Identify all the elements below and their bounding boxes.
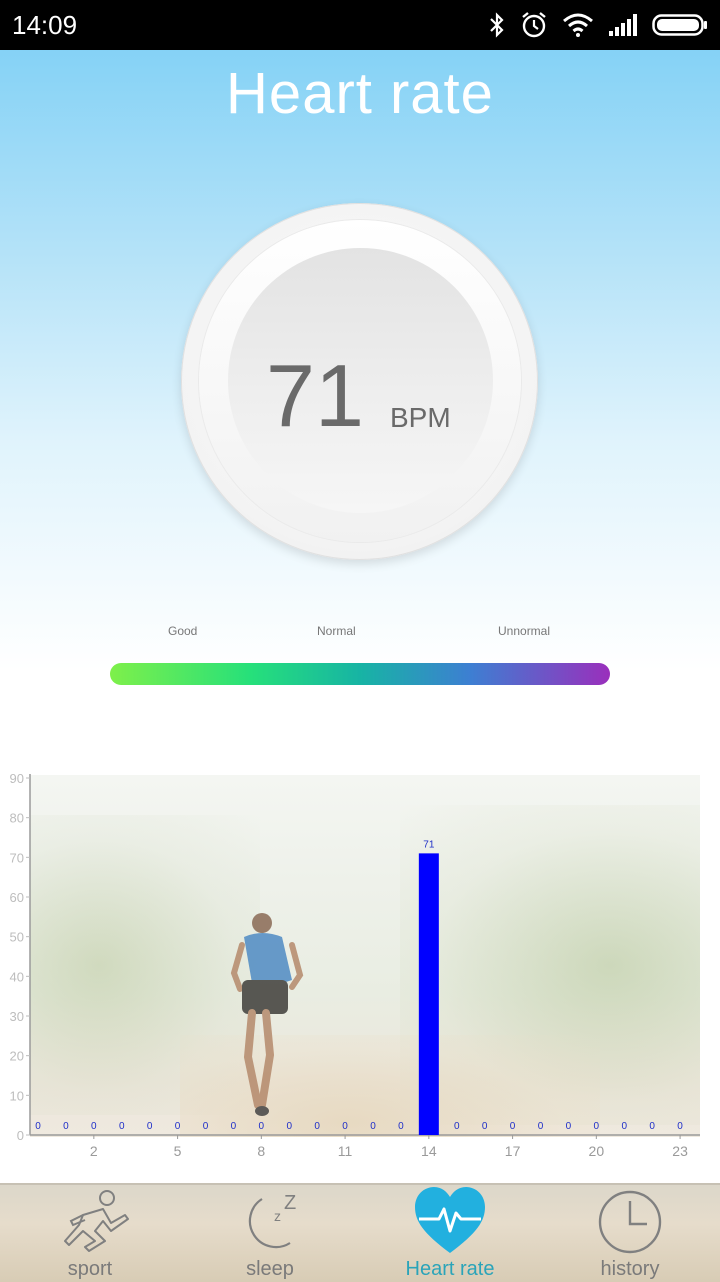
bar xyxy=(418,853,439,1135)
bar-value-label: 0 xyxy=(621,1121,627,1132)
bottom-nav: sport z Z sleep Heart rate history xyxy=(0,1183,720,1282)
x-tick-label: 14 xyxy=(421,1143,437,1159)
scale-label-unnormal: Unnormal xyxy=(498,624,551,638)
bar-value-label: 0 xyxy=(203,1121,209,1132)
bar-value-label: 0 xyxy=(482,1121,488,1132)
y-tick-label: 70 xyxy=(10,850,24,865)
bar-value-label: 0 xyxy=(398,1121,404,1132)
nav-item-sport[interactable]: sport xyxy=(0,1185,180,1282)
bar-value-label: 0 xyxy=(147,1121,153,1132)
nav-label-heart-rate: Heart rate xyxy=(405,1258,495,1280)
x-tick-label: 23 xyxy=(672,1143,688,1159)
alarm-icon xyxy=(520,11,548,39)
nav-item-sleep[interactable]: z Z sleep xyxy=(180,1185,360,1282)
y-tick-label: 80 xyxy=(10,811,24,826)
bluetooth-icon xyxy=(488,12,506,38)
x-tick-label: 17 xyxy=(505,1143,521,1159)
wifi-icon xyxy=(562,12,594,38)
x-tick-label: 11 xyxy=(338,1143,353,1159)
heart-rate-bar-chart: 01020304050607080902 5 8 11 14 17 20 230 0 0 0 0 0 0 0… xyxy=(10,771,700,1159)
bar-value-label: 0 xyxy=(370,1121,376,1132)
bar-value-label: 0 xyxy=(175,1121,181,1132)
y-tick-label: 40 xyxy=(10,969,24,984)
status-icons xyxy=(488,10,708,40)
bar-value-label: 0 xyxy=(231,1121,237,1132)
scale-label-good: Good xyxy=(168,624,198,638)
y-tick-label: 30 xyxy=(10,1009,24,1024)
bar-value-label: 0 xyxy=(259,1121,265,1132)
heart-rate-scale-bar xyxy=(110,663,610,685)
bar-value-label: 0 xyxy=(342,1121,348,1132)
bar-value-label: 0 xyxy=(510,1121,516,1132)
bpm-unit: BPM xyxy=(390,402,451,433)
nav-label-history: history xyxy=(600,1258,660,1280)
bar-value-label: 0 xyxy=(314,1121,320,1132)
runner-icon xyxy=(45,1187,135,1262)
y-tick-label: 60 xyxy=(10,890,24,905)
bar-value-label: 0 xyxy=(35,1121,41,1132)
x-tick-label: 5 xyxy=(174,1143,182,1159)
x-tick-label: 20 xyxy=(589,1143,605,1159)
bar-value-label: 0 xyxy=(538,1121,544,1132)
svg-text:Z: Z xyxy=(284,1192,296,1214)
nav-label-sleep: sleep xyxy=(246,1258,294,1280)
bar-value-label: 0 xyxy=(677,1121,683,1132)
y-tick-label: 0 xyxy=(17,1128,24,1143)
bar-value-label: 71 xyxy=(423,839,435,850)
y-tick-label: 90 xyxy=(10,771,24,786)
bar-value-label: 0 xyxy=(63,1121,69,1132)
nav-label-sport: sport xyxy=(67,1258,113,1280)
y-tick-label: 50 xyxy=(10,930,24,945)
x-tick-label: 2 xyxy=(90,1143,98,1159)
bar-value-label: 0 xyxy=(286,1121,292,1132)
svg-text:z: z xyxy=(274,1208,281,1224)
y-tick-label: 20 xyxy=(10,1049,24,1064)
bar-value-label: 0 xyxy=(594,1121,600,1132)
x-tick-label: 8 xyxy=(257,1143,265,1159)
signal-icon xyxy=(608,13,638,37)
bpm-value: 71 xyxy=(266,346,364,445)
y-tick-label: 10 xyxy=(10,1088,24,1103)
battery-icon xyxy=(652,13,708,37)
nav-item-history[interactable]: history xyxy=(540,1185,720,1282)
bar-value-label: 0 xyxy=(91,1121,97,1132)
bar-value-label: 0 xyxy=(649,1121,655,1132)
bar-value-label: 0 xyxy=(119,1121,125,1132)
heart-pulse-icon xyxy=(413,1187,487,1262)
bar-value-label: 0 xyxy=(454,1121,460,1132)
status-bar: 14:09 xyxy=(0,0,720,50)
page-title: Heart rate xyxy=(226,61,494,126)
scale-label-normal: Normal xyxy=(317,624,356,638)
nav-item-heart-rate[interactable]: Heart rate xyxy=(360,1185,540,1282)
bar-value-label: 0 xyxy=(566,1121,572,1132)
status-time: 14:09 xyxy=(12,10,78,40)
moon-zz-icon: z Z xyxy=(230,1187,310,1262)
clock-icon xyxy=(595,1187,665,1262)
